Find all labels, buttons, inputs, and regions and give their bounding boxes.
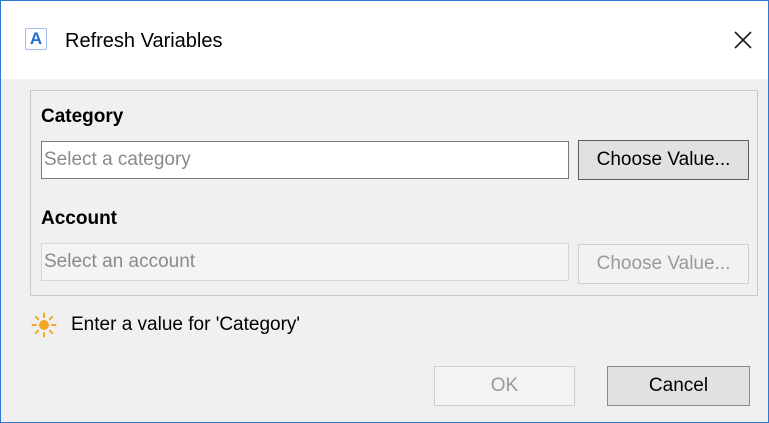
sun-icon [31, 312, 57, 338]
account-input[interactable] [41, 243, 569, 281]
account-label: Account [41, 208, 117, 229]
close-icon [734, 31, 752, 49]
refresh-variables-dialog: A Refresh Variables Category Choose Valu… [0, 0, 769, 423]
account-choose-value-button[interactable]: Choose Value... [578, 244, 749, 284]
title-bar: A Refresh Variables [1, 1, 768, 79]
hint-text: Enter a value for 'Category' [71, 314, 301, 335]
cancel-button[interactable]: Cancel [607, 366, 750, 406]
category-input[interactable] [41, 141, 569, 179]
category-label: Category [41, 106, 124, 127]
close-button[interactable] [726, 23, 760, 57]
dialog-title: Refresh Variables [65, 30, 223, 52]
category-choose-value-button[interactable]: Choose Value... [578, 140, 749, 180]
app-icon: A [25, 28, 47, 50]
ok-button[interactable]: OK [434, 366, 575, 406]
validation-hint: Enter a value for 'Category' [31, 311, 300, 339]
